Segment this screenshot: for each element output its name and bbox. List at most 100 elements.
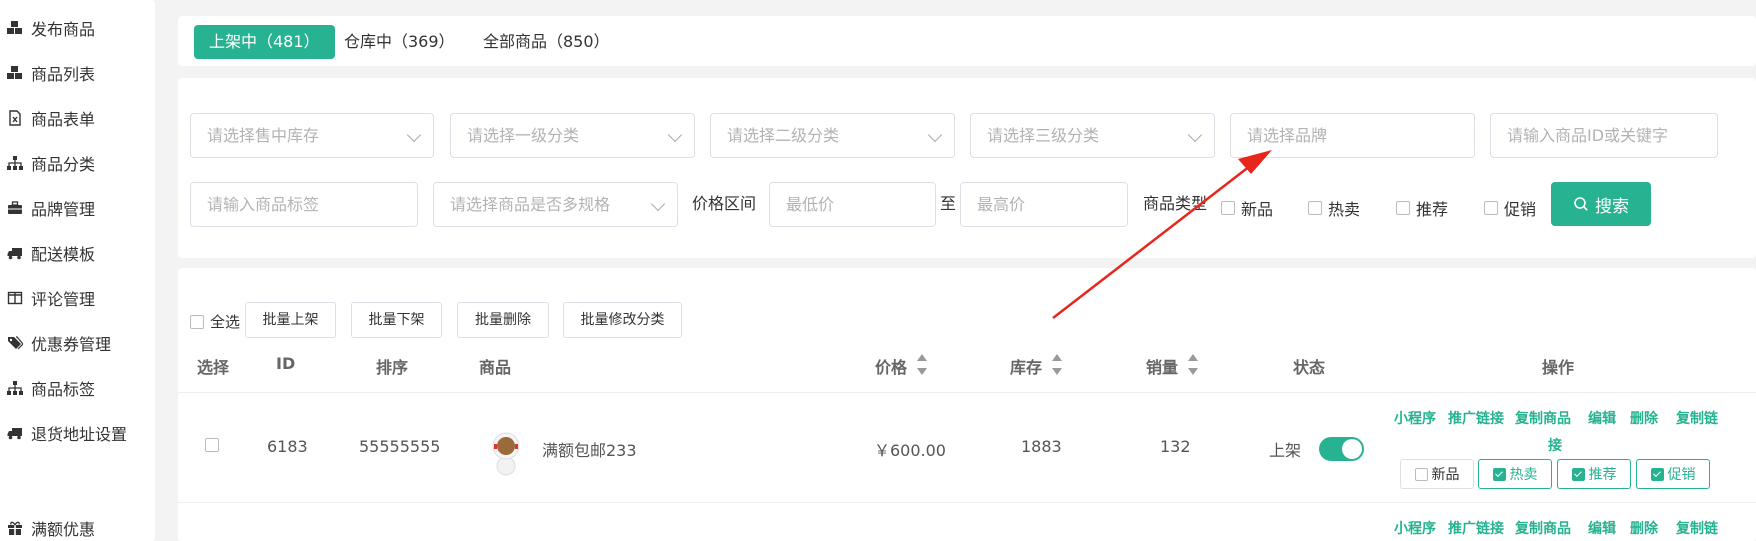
brand-select[interactable]: 请选择品牌 <box>1230 113 1475 158</box>
column-header-price[interactable]: 价格 <box>875 354 907 378</box>
checkbox-box <box>1308 201 1322 215</box>
column-header-sales[interactable]: 销量 <box>1146 354 1178 378</box>
op-promo-link[interactable]: 推广链接 <box>1448 518 1504 538</box>
row-select-checkbox[interactable] <box>205 438 225 452</box>
op-miniprogram-link[interactable]: 小程序 <box>1394 408 1436 428</box>
sidebar-item-label: 商品表单 <box>31 110 96 129</box>
product-tag-input[interactable]: 请输入商品标签 <box>190 182 418 227</box>
sitemap-icon <box>6 155 23 172</box>
price-range-label: 价格区间 <box>692 194 757 213</box>
tag-new-button[interactable]: 新品 <box>1400 459 1474 489</box>
sales-sort-icon[interactable] <box>1188 354 1198 376</box>
sidebar-item-product-tags[interactable]: 商品标签 <box>6 376 95 400</box>
column-header-stock[interactable]: 库存 <box>1010 354 1042 378</box>
product-thumbnail <box>492 432 520 476</box>
sidebar-item-return-address[interactable]: 退货地址设置 <box>6 421 127 445</box>
tag-new-label: 新品 <box>1431 467 1460 483</box>
stock-select[interactable]: 请选择售中库存 <box>190 113 434 158</box>
sidebar: 发布商品 商品列表 商品表单 商品分类 品牌管理 配送模板 评论管理 优惠券管理… <box>0 0 155 541</box>
row-price: ￥600.00 <box>874 441 946 460</box>
search-button-label: 搜索 <box>1595 196 1629 217</box>
multi-spec-placeholder: 请选择商品是否多规格 <box>450 195 611 214</box>
row-product-name[interactable]: 满额包邮233 <box>542 437 637 461</box>
sidebar-item-product-category[interactable]: 商品分类 <box>6 151 95 175</box>
op-delete-link[interactable]: 删除 <box>1630 408 1658 428</box>
op-edit-link[interactable]: 编辑 <box>1588 408 1616 428</box>
search-button[interactable]: 搜索 <box>1551 182 1651 226</box>
tab-on-sale[interactable]: 上架中（481） <box>194 25 335 59</box>
column-header-sort: 排序 <box>376 358 409 377</box>
sidebar-item-product-form[interactable]: 商品表单 <box>6 106 95 130</box>
sidebar-item-product-list[interactable]: 商品列表 <box>6 61 95 85</box>
chevron-down-icon <box>927 127 943 143</box>
product-type-label: 商品类型 <box>1143 194 1208 213</box>
price-sort-icon[interactable] <box>917 354 927 376</box>
select-all-label: 全选 <box>210 313 241 331</box>
checkbox-box <box>1221 201 1235 215</box>
min-price-placeholder: 最低价 <box>786 195 835 214</box>
sidebar-item-label: 品牌管理 <box>31 200 96 219</box>
type-recommend-checkbox[interactable]: 推荐 <box>1396 196 1448 220</box>
category-level3-select[interactable]: 请选择三级分类 <box>970 113 1215 158</box>
bulk-change-category-button[interactable]: 批量修改分类 <box>563 302 682 338</box>
columns-icon <box>6 290 23 307</box>
multi-spec-select[interactable]: 请选择商品是否多规格 <box>433 182 678 227</box>
sitemap-icon <box>6 380 23 397</box>
max-price-placeholder: 最高价 <box>977 195 1026 214</box>
column-header-select: 选择 <box>197 358 230 377</box>
sidebar-item-reviews[interactable]: 评论管理 <box>6 286 95 310</box>
category-level1-select[interactable]: 请选择一级分类 <box>450 113 695 158</box>
category-level1-placeholder: 请选择一级分类 <box>467 126 580 145</box>
op-copy-url-link-wrap[interactable]: 接 <box>1548 435 1562 455</box>
op-delete-link[interactable]: 删除 <box>1630 518 1658 538</box>
max-price-input[interactable]: 最高价 <box>960 182 1128 227</box>
stock-select-placeholder: 请选择售中库存 <box>207 126 320 145</box>
op-miniprogram-link[interactable]: 小程序 <box>1394 518 1436 538</box>
product-tag-placeholder: 请输入商品标签 <box>207 195 320 214</box>
category-level2-select[interactable]: 请选择二级分类 <box>710 113 955 158</box>
min-price-input[interactable]: 最低价 <box>769 182 936 227</box>
gift-icon <box>6 520 23 537</box>
type-new-checkbox[interactable]: 新品 <box>1221 196 1273 220</box>
op-promo-link[interactable]: 推广链接 <box>1448 408 1504 428</box>
op-copy-url-link[interactable]: 复制链 <box>1676 408 1718 428</box>
column-header-ops: 操作 <box>1542 358 1575 377</box>
checkbox-box <box>190 314 204 329</box>
checkbox-box <box>1414 467 1428 481</box>
bulk-unlist-button[interactable]: 批量下架 <box>351 302 442 338</box>
chevron-down-icon <box>650 196 666 212</box>
op-copy-product-link[interactable]: 复制商品 <box>1515 408 1571 428</box>
tag-hot-button[interactable]: 热卖 <box>1478 459 1552 489</box>
range-to-label: 至 <box>940 194 957 213</box>
tag-recommend-button[interactable]: 推荐 <box>1557 459 1631 489</box>
sidebar-item-coupons[interactable]: 优惠券管理 <box>6 331 111 355</box>
sidebar-item-publish-product[interactable]: 发布商品 <box>6 16 95 40</box>
op-copy-url-link[interactable]: 复制链 <box>1676 518 1718 538</box>
tab-in-warehouse[interactable]: 仓库中（369） <box>329 25 470 59</box>
tag-promo-button[interactable]: 促销 <box>1636 459 1710 489</box>
type-recommend-label: 推荐 <box>1416 200 1449 219</box>
type-promo-checkbox[interactable]: 促销 <box>1484 196 1536 220</box>
file-excel-icon <box>6 110 23 127</box>
cubes-icon <box>6 65 23 82</box>
keyword-input[interactable]: 请输入商品ID或关键字 <box>1490 113 1718 158</box>
bulk-list-button[interactable]: 批量上架 <box>245 302 336 338</box>
sidebar-item-full-discount[interactable]: 满额优惠 <box>6 516 95 540</box>
sidebar-item-brand[interactable]: 品牌管理 <box>6 196 95 220</box>
status-toggle[interactable] <box>1319 437 1364 461</box>
tab-all-products[interactable]: 全部商品（850） <box>468 25 625 59</box>
briefcase-icon <box>6 200 23 217</box>
row-sort: 55555555 <box>359 437 441 456</box>
checkbox-box <box>205 438 219 452</box>
sidebar-item-shipping-template[interactable]: 配送模板 <box>6 241 95 265</box>
checkbox-checked-icon <box>1492 467 1506 481</box>
op-edit-link[interactable]: 编辑 <box>1588 518 1616 538</box>
sidebar-item-label: 评论管理 <box>31 290 96 309</box>
type-hot-checkbox[interactable]: 热卖 <box>1308 196 1360 220</box>
op-copy-product-link[interactable]: 复制商品 <box>1515 518 1571 538</box>
checkbox-checked-icon <box>1650 467 1664 481</box>
bulk-delete-button[interactable]: 批量删除 <box>457 302 549 338</box>
stock-sort-icon[interactable] <box>1052 354 1062 376</box>
select-all-checkbox[interactable]: 全选 <box>190 311 240 332</box>
row-sales: 132 <box>1160 437 1191 456</box>
